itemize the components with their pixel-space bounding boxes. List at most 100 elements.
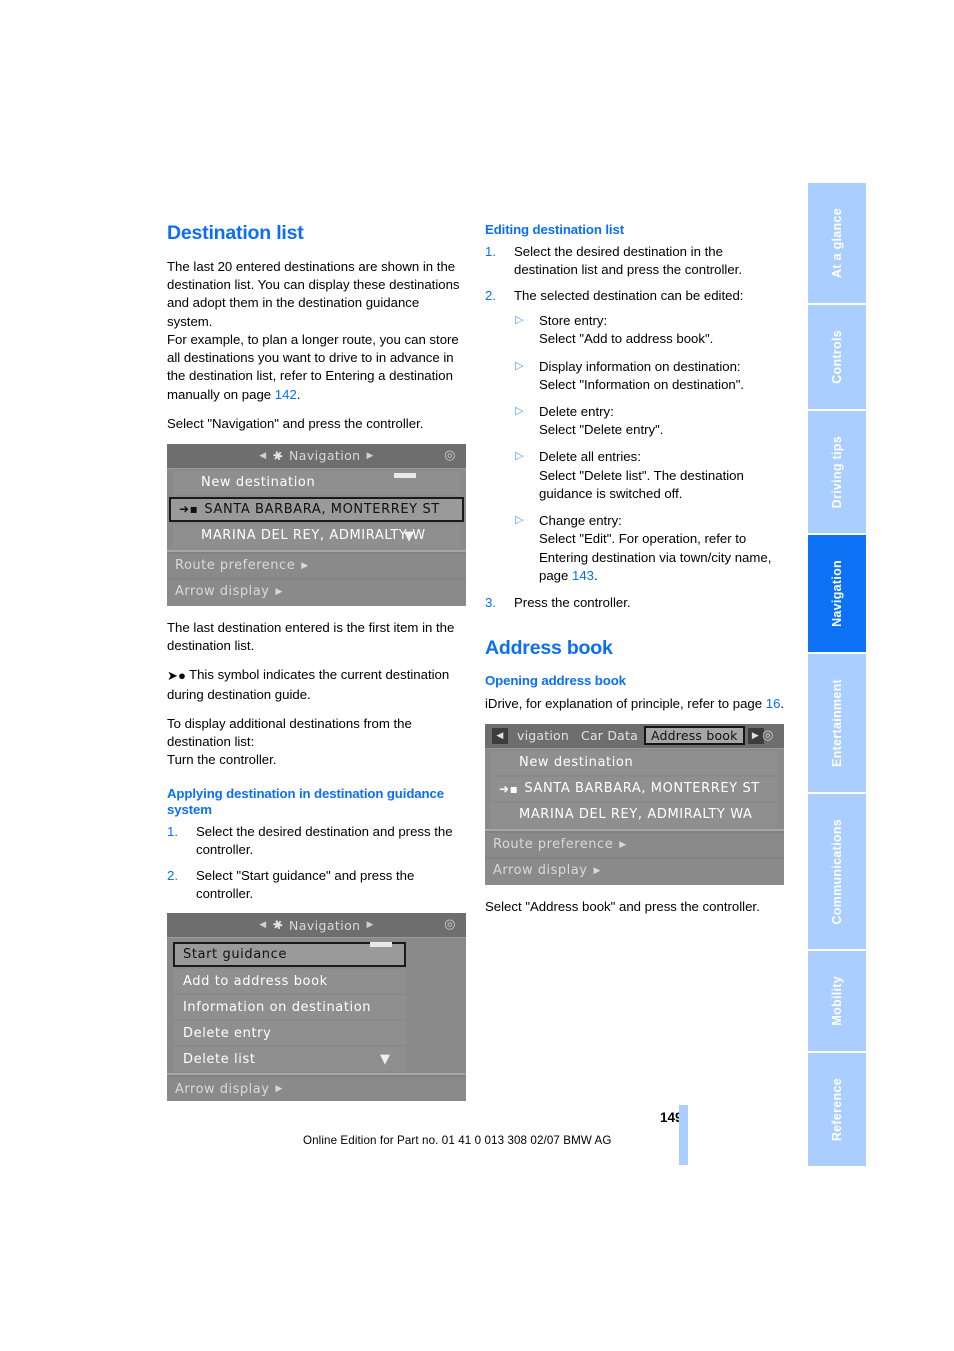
menu-item-route-preference[interactable]: Route preference ▶: [167, 553, 466, 578]
screen-header: ◀ ✱ Navigation ▶ ◎: [167, 913, 466, 939]
screen-title: Navigation: [289, 448, 361, 464]
step-number: 2.: [485, 287, 496, 303]
list-item-marina-del-rey[interactable]: MARINA DEL REY, ADMIRALTY WA: [491, 802, 778, 827]
current-destination-icon: ➜▪: [499, 781, 519, 796]
screen-footer-menu: Route preference ▶ Arrow display ▶: [167, 549, 466, 604]
left-column: Destination list The last 20 entered des…: [167, 222, 467, 1114]
menu-item-arrow-display[interactable]: Arrow display ▶: [485, 858, 784, 883]
list-item-selected-destination[interactable]: ➜▪ SANTA BARBARA, MONTERREY ST: [169, 496, 464, 522]
page-reference-142[interactable]: 142: [275, 387, 297, 402]
right-chevron-icon: ▶: [366, 450, 374, 461]
list-item-new-destination[interactable]: New destination: [173, 470, 460, 495]
left-chevron-icon: ◀: [259, 450, 267, 461]
step-item: 1. Select the desired destination and pr…: [167, 823, 467, 859]
footer-edition-text: Online Edition for Part no. 01 41 0 013 …: [303, 1134, 612, 1147]
footer-accent-bar: [679, 1105, 688, 1165]
example-paragraph: For example, to plan a longer route, you…: [167, 331, 467, 404]
step-text: The selected destination can be edited:: [514, 287, 744, 303]
arrow-dot-symbol-icon: ➤●: [167, 668, 187, 684]
menu-item-add-to-address-book[interactable]: Add to address book: [173, 969, 406, 994]
sidebar-tab-at-a-glance[interactable]: At a glance: [808, 183, 866, 305]
list-item-santa-barbara[interactable]: ➜▪ SANTA BARBARA, MONTERREY ST: [491, 776, 778, 801]
list-item-second-destination[interactable]: MARINA DEL REY, ADMIRALTY W: [173, 523, 460, 548]
menu-item-delete-list[interactable]: Delete list: [173, 1047, 406, 1072]
step-text: Select the desired destination in the de…: [514, 243, 742, 277]
menu-item-label: Delete entry: [183, 1025, 272, 1041]
example-text-end: .: [296, 386, 301, 402]
screen-tab-navigation[interactable]: vigation: [511, 727, 575, 744]
menu-item-arrow-display[interactable]: Arrow display ▶: [167, 1077, 466, 1102]
step-number: 3.: [485, 595, 496, 610]
option-title: Display information on destination:: [539, 358, 741, 374]
tab-left-arrow-icon[interactable]: ◀: [492, 727, 508, 744]
menu-item-label: Route preference: [175, 558, 296, 574]
right-column: Editing destination list 1. Select the d…: [485, 222, 785, 927]
turn-controller-instruction: Turn the controller.: [167, 752, 277, 768]
sidebar-tab-navigation[interactable]: Navigation: [808, 535, 866, 654]
screenshot-address-book-tabs: ◀ vigation Car Data Address book ▶ ◎ New…: [485, 723, 784, 885]
menu-item-route-preference[interactable]: Route preference ▶: [485, 832, 784, 857]
menu-item-label: Information on destination: [183, 999, 372, 1015]
screen-list: Start guidance Add to address book Infor…: [167, 938, 466, 1072]
step-text: Press the controller.: [514, 595, 631, 610]
idrive-reference-text: iDrive, for explanation of principle, re…: [485, 695, 766, 711]
menu-item-label: Arrow display: [175, 584, 270, 600]
subheading-opening-address-book: Opening address book: [485, 673, 626, 689]
sidebar-tab-entertainment[interactable]: Entertainment: [808, 653, 866, 794]
screen-title: Navigation: [289, 917, 361, 933]
submenu-arrow-icon: ▶: [275, 1084, 283, 1095]
menu-item-arrow-display[interactable]: Arrow display ▶: [167, 579, 466, 604]
last-destination-note: The last destination entered is the firs…: [167, 619, 455, 654]
select-address-book-instruction: Select "Address book" and press the cont…: [485, 898, 760, 914]
page-reference-143[interactable]: 143: [572, 568, 594, 583]
idrive-reference-end: .: [780, 695, 785, 711]
screenshot-navigation-edit-menu: ◀ ✱ Navigation ▶ ◎ Start guidance Add to…: [167, 913, 466, 1102]
section-title-address-book: Address book: [485, 637, 613, 660]
sidebar-tab-communications[interactable]: Communications: [808, 793, 866, 952]
screen-list: New destination ➜▪ SANTA BARBARA, MONTER…: [167, 468, 466, 548]
sidebar-tab-mobility[interactable]: Mobility: [808, 951, 866, 1053]
submenu-arrow-icon: ▶: [275, 586, 283, 597]
sidebar-tab-label: Communications: [830, 818, 844, 925]
sidebar-tab-label: Controls: [830, 329, 844, 384]
select-navigation-instruction: Select "Navigation" and press the contro…: [167, 415, 424, 431]
menu-item-information-on-destination[interactable]: Information on destination: [173, 995, 406, 1020]
intro-paragraph: The last 20 entered destinations are sho…: [167, 259, 460, 329]
list-item-label: New destination: [519, 755, 634, 771]
subheading-editing-destination-list: Editing destination list: [485, 222, 624, 237]
list-item-label: SANTA BARBARA, MONTERREY ST: [524, 781, 760, 797]
idrive-reference-paragraph: iDrive, for explanation of principle, re…: [485, 695, 785, 713]
triangle-bullet-icon: ▷: [515, 314, 524, 327]
sidebar-tab-reference[interactable]: Reference: [808, 1052, 866, 1167]
left-chevron-icon: ◀: [259, 920, 267, 931]
option-title: Delete entry:: [539, 404, 614, 420]
right-chevron-icon: ▶: [366, 920, 374, 931]
page-reference-16[interactable]: 16: [766, 696, 781, 711]
additional-destinations-note: To display additional destinations from …: [167, 715, 412, 750]
applying-destination-steps: 1. Select the desired destination and pr…: [167, 823, 467, 904]
sidebar-tab-label: Driving tips: [830, 435, 844, 509]
editing-steps-final: 3. Press the controller.: [485, 594, 785, 612]
screen-tab-car-data[interactable]: Car Data: [575, 727, 644, 744]
screen-tab-address-book[interactable]: Address book: [643, 726, 745, 746]
list-item-label: New destination: [201, 475, 316, 491]
menu-item-delete-entry[interactable]: Delete entry: [173, 1021, 406, 1046]
option-title: Change entry:: [539, 513, 622, 529]
submenu-arrow-icon: ▶: [619, 839, 627, 850]
option-delete-all-entries: ▷ Delete all entries: Select "Delete lis…: [513, 448, 785, 503]
manual-page: At a glance Controls Driving tips Naviga…: [0, 0, 954, 1351]
screen-list: New destination ➜▪ SANTA BARBARA, MONTER…: [485, 748, 784, 827]
triangle-bullet-icon: ▷: [515, 359, 524, 372]
step-item: 2. Select "Start guidance" and press the…: [167, 867, 467, 903]
sidebar-tab-label: Entertainment: [830, 678, 844, 767]
option-detail: Select "Information on destination".: [539, 376, 745, 392]
list-item-new-destination[interactable]: New destination: [491, 750, 778, 775]
option-title: Delete all entries:: [539, 449, 641, 465]
option-store-entry: ▷ Store entry: Select "Add to address bo…: [513, 312, 785, 348]
screen-footer-menu: Arrow display ▶: [167, 1073, 466, 1102]
sidebar-tab-driving-tips[interactable]: Driving tips: [808, 410, 866, 536]
subheading-applying-destination: Applying destination in destination guid…: [167, 785, 444, 818]
controller-compass-icon: ◎: [444, 447, 456, 463]
sidebar-tab-controls[interactable]: Controls: [808, 304, 866, 411]
menu-item-start-guidance[interactable]: Start guidance: [173, 942, 406, 968]
